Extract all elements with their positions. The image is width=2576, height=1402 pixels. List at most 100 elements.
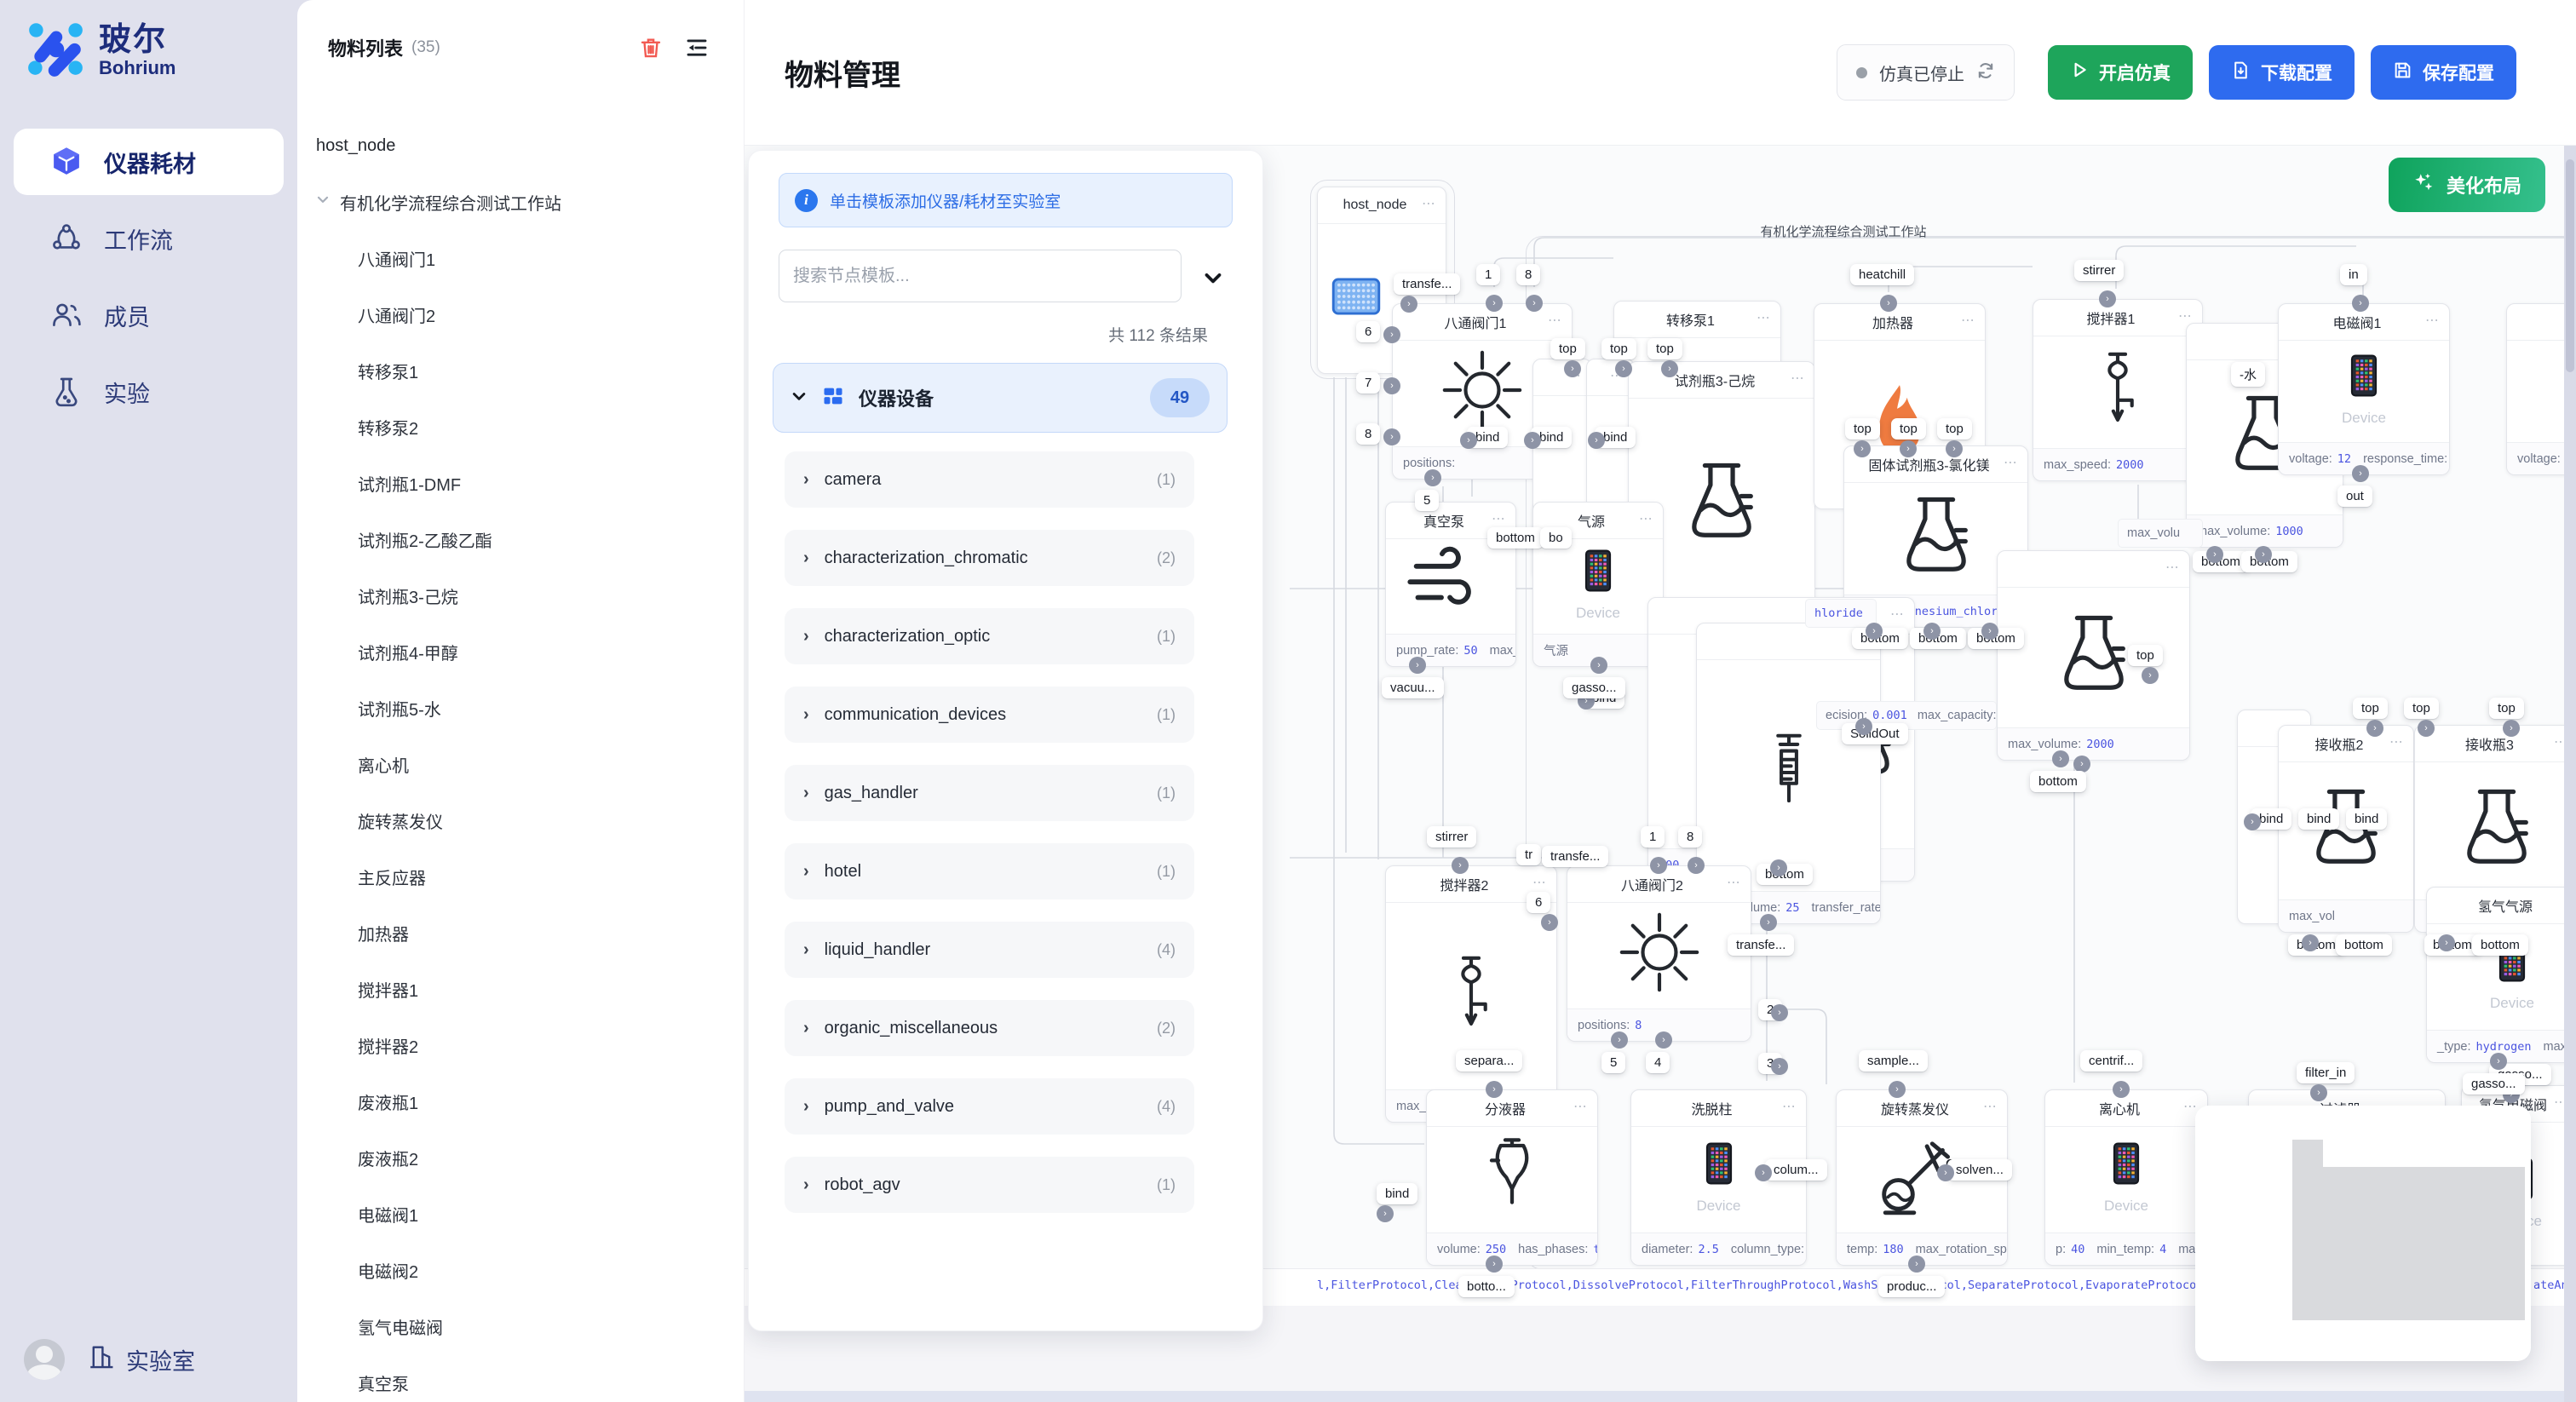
port-chip[interactable]: top — [2353, 698, 2388, 719]
port-chip[interactable]: top — [1550, 338, 1585, 359]
tree-item[interactable]: 氢气电磁阀 — [297, 1298, 744, 1354]
minimap[interactable] — [2195, 1106, 2531, 1361]
port-dot[interactable]: › — [1452, 857, 1469, 874]
port-dot[interactable]: › — [2418, 720, 2435, 737]
port-chip[interactable]: top — [2489, 698, 2524, 719]
tree-item[interactable]: 转移泵2 — [297, 399, 744, 455]
port-dot[interactable]: › — [1383, 377, 1400, 394]
port-dot[interactable]: › — [1908, 1255, 1925, 1273]
laboratory-link[interactable]: 实验室 — [87, 1342, 195, 1377]
node-menu-icon[interactable]: ⋯ — [1422, 195, 1437, 212]
tree-group-workstation[interactable]: 有机化学流程综合测试工作站 — [297, 174, 744, 230]
port-chip[interactable]: 6 — [1356, 321, 1380, 342]
port-chip[interactable]: -水 — [2231, 362, 2265, 387]
tree-item[interactable]: 电磁阀2 — [297, 1242, 744, 1298]
port-dot[interactable]: › — [2052, 750, 2069, 767]
port-dot[interactable]: › — [1771, 1004, 1788, 1021]
template-item-communication_devices[interactable]: ›communication_devices(1) — [785, 687, 1194, 743]
node-menu-icon[interactable]: ⋯ — [1890, 606, 1906, 623]
tree-item[interactable]: 离心机 — [297, 736, 744, 792]
template-item-hotel[interactable]: ›hotel(1) — [785, 843, 1194, 899]
template-item-pump_and_valve[interactable]: ›pump_and_valve(4) — [785, 1078, 1194, 1135]
beautify-layout-button[interactable]: 美化布局 — [2389, 158, 2545, 212]
port-dot[interactable]: › — [2244, 813, 2261, 830]
port-dot[interactable]: › — [1588, 432, 1605, 449]
node-menu-icon[interactable]: ⋯ — [2425, 312, 2441, 329]
tree-item[interactable]: 主反应器 — [297, 848, 744, 905]
port-chip[interactable]: in — [2340, 264, 2367, 285]
port-chip[interactable]: top — [1647, 338, 1682, 359]
port-chip[interactable]: vacuu... — [1382, 677, 1444, 698]
port-dot[interactable]: › — [2099, 290, 2116, 307]
port-dot[interactable]: › — [1923, 623, 1941, 640]
port-dot[interactable]: › — [1889, 1081, 1906, 1098]
port-dot[interactable]: › — [1611, 1031, 1628, 1049]
port-chip[interactable]: bottom — [2030, 771, 2086, 792]
port-dot[interactable]: › — [1650, 857, 1667, 874]
port-dot[interactable]: › — [2073, 756, 2090, 773]
port-chip[interactable]: transfe... — [1542, 846, 1608, 867]
canvas-node-电磁阀1[interactable]: 电磁阀1⋯Devicevoltage:12response_time:0.1 — [2278, 303, 2450, 475]
port-chip[interactable]: solven... — [1947, 1159, 2012, 1181]
tree-item[interactable]: 八通阀门2 — [297, 286, 744, 342]
template-item-liquid_handler[interactable]: ›liquid_handler(4) — [785, 922, 1194, 978]
node-menu-icon[interactable]: ⋯ — [2165, 559, 2181, 576]
port-dot[interactable]: › — [2366, 720, 2383, 737]
port-chip[interactable]: transfe... — [1728, 934, 1794, 956]
start-simulation-button[interactable]: 开启仿真 — [2048, 45, 2193, 100]
node-menu-icon[interactable]: ⋯ — [1639, 510, 1654, 527]
save-config-button[interactable]: 保存配置 — [2371, 45, 2516, 100]
port-chip[interactable]: top — [1601, 338, 1636, 359]
port-chip[interactable]: colum... — [1765, 1159, 1827, 1181]
canvas-node-离心机[interactable]: 离心机⋯Devicep:40min_temp:4max_spe — [2044, 1089, 2208, 1266]
port-chip[interactable]: SolidOut — [1842, 723, 1908, 744]
port-dot[interactable]: › — [1541, 914, 1558, 931]
template-item-organic_miscellaneous[interactable]: ›organic_miscellaneous(2) — [785, 1000, 1194, 1056]
scrollbar-thumb[interactable] — [2566, 159, 2574, 372]
port-chip[interactable]: bind — [2346, 808, 2387, 830]
tree-item[interactable]: 试剂瓶3-己烷 — [297, 567, 744, 623]
node-menu-icon[interactable]: ⋯ — [1492, 510, 1507, 527]
port-dot[interactable]: › — [2206, 546, 2223, 563]
template-item-characterization_chromatic[interactable]: ›characterization_chromatic(2) — [785, 530, 1194, 586]
canvas-node-搅拌器1[interactable]: 搅拌器1⋯max_speed:2000 — [2033, 299, 2203, 481]
tree-item[interactable]: 搅拌器1 — [297, 961, 744, 1017]
port-chip[interactable]: separa... — [1456, 1050, 1522, 1072]
tree-item[interactable]: 加热器 — [297, 905, 744, 961]
port-dot[interactable]: › — [1377, 1205, 1394, 1222]
port-dot[interactable]: › — [1770, 859, 1787, 876]
port-chip[interactable]: produc... — [1878, 1276, 1945, 1297]
port-dot[interactable]: › — [1409, 657, 1426, 674]
port-chip[interactable]: bottom — [2472, 934, 2528, 956]
node-menu-icon[interactable]: ⋯ — [1573, 1098, 1589, 1115]
port-chip[interactable]: gasso... — [2463, 1073, 2525, 1095]
sidebar-item-workflow[interactable]: 工作流 — [14, 205, 284, 272]
node-menu-icon[interactable]: ⋯ — [1791, 370, 1806, 387]
port-chip[interactable]: out — [2337, 486, 2372, 507]
node-menu-icon[interactable]: ⋯ — [2178, 307, 2194, 325]
port-chip[interactable]: top — [2128, 645, 2163, 666]
canvas-node-分液器[interactable]: 分液器⋯volume:250has_phases:true — [1426, 1089, 1598, 1266]
canvas-node-氢气气源[interactable]: 氢气气源⋯Device_type:hydrogenmax_pre — [2426, 887, 2576, 1063]
port-dot[interactable]: › — [2113, 1081, 2130, 1098]
port-chip[interactable]: 5 — [1601, 1052, 1625, 1073]
port-dot[interactable]: › — [1400, 296, 1417, 313]
node-menu-icon[interactable]: ⋯ — [2389, 733, 2405, 750]
panel-collapse-chevron-icon[interactable] — [1200, 265, 1226, 295]
port-chip[interactable]: 8 — [1516, 264, 1540, 285]
tree-item[interactable]: 八通阀门1 — [297, 230, 744, 286]
port-chip[interactable]: filter_in — [2297, 1062, 2355, 1083]
port-dot[interactable]: › — [1526, 295, 1543, 312]
port-dot[interactable]: › — [1661, 360, 1678, 377]
tree-item[interactable]: 废液瓶1 — [297, 1073, 744, 1129]
node-menu-icon[interactable]: ⋯ — [1961, 312, 1976, 329]
port-chip[interactable]: top — [1891, 418, 1926, 440]
port-dot[interactable]: › — [2310, 1084, 2327, 1101]
tree-item[interactable]: 搅拌器2 — [297, 1017, 744, 1073]
port-chip[interactable]: 4 — [1646, 1052, 1670, 1073]
port-chip[interactable]: botto... — [1458, 1276, 1515, 1297]
collapse-list-icon[interactable] — [684, 35, 710, 60]
port-chip[interactable]: stirrer — [2074, 260, 2124, 281]
category-instruments[interactable]: 仪器设备 49 — [773, 363, 1228, 433]
horizontal-scrollbar[interactable] — [745, 1391, 2576, 1402]
